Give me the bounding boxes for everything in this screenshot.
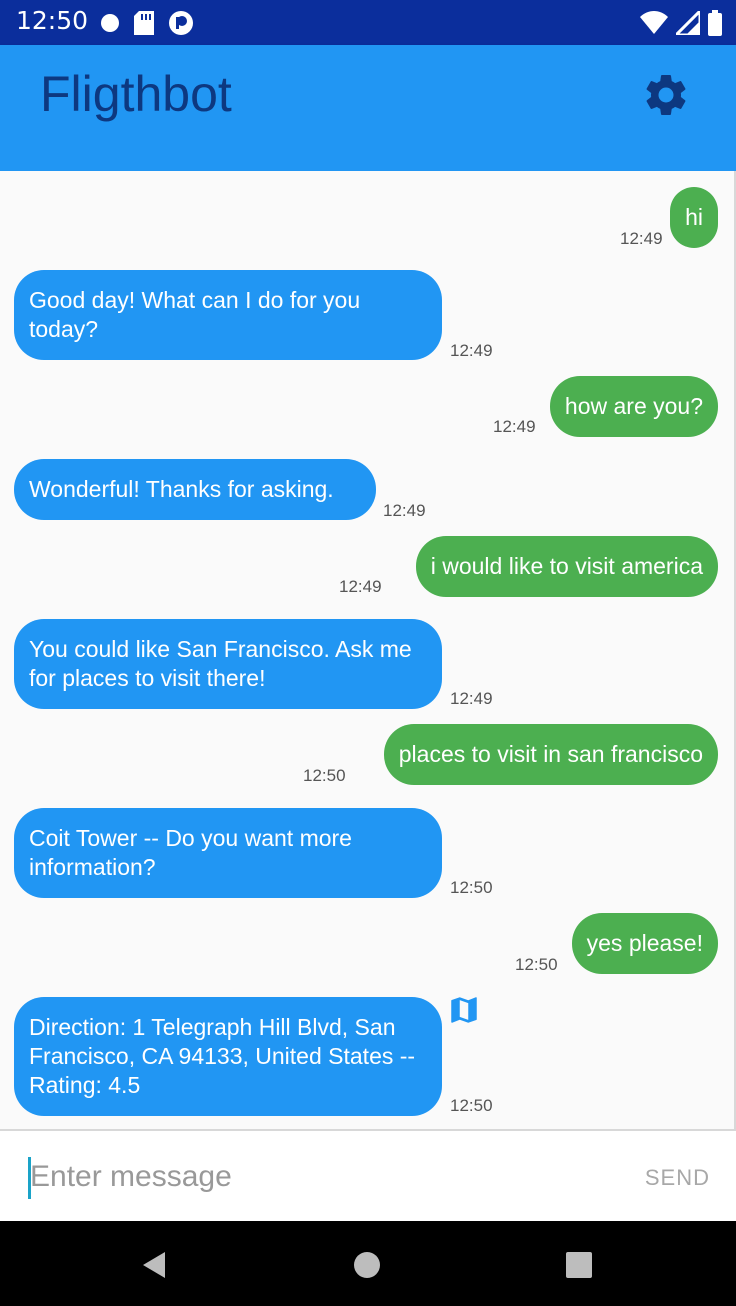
message-timestamp: 12:50 [450, 1096, 493, 1115]
message-bubble-bot: You could like San Francisco. Ask me for… [14, 619, 442, 709]
recents-icon [565, 1251, 593, 1283]
message-text: Wonderful! Thanks for asking. [29, 476, 334, 502]
message-text: Coit Tower -- Do you want more informati… [29, 825, 352, 880]
message-timestamp: 12:49 [493, 417, 536, 436]
message-bubble-user: yes please! [571, 913, 718, 974]
status-bar: 12:50 [0, 0, 736, 45]
message-input[interactable] [30, 1151, 590, 1203]
message-text: how are you? [564, 393, 703, 419]
app-bar: Fligthbot [0, 45, 736, 171]
message-timestamp: 12:50 [303, 766, 346, 785]
message-text: yes please! [586, 930, 703, 956]
message-text: i would like to visit america [430, 553, 703, 579]
chat-area[interactable]: hi 12:49 Good day! What can I do for you… [0, 171, 736, 1129]
map-icon[interactable] [447, 993, 481, 1031]
message-bubble-user: hi [670, 187, 718, 248]
message-bubble-user: i would like to visit america [415, 536, 718, 597]
message-bubble-bot: Wonderful! Thanks for asking. [14, 459, 376, 520]
settings-button[interactable] [638, 69, 694, 125]
message-timestamp: 12:49 [620, 229, 663, 248]
notification-dot-icon [100, 13, 120, 37]
message-bubble-bot: Coit Tower -- Do you want more informati… [14, 808, 442, 898]
battery-icon [708, 10, 722, 40]
message-timestamp: 12:49 [450, 689, 493, 708]
status-time: 12:50 [16, 6, 89, 35]
message-bubble-user: how are you? [549, 376, 718, 437]
message-timestamp: 12:49 [383, 501, 426, 520]
message-bubble-user: places to visit in san francisco [383, 724, 718, 785]
message-input-bar: SEND [0, 1129, 736, 1221]
message-timestamp: 12:50 [450, 878, 493, 897]
message-text: Good day! What can I do for you today? [29, 287, 361, 342]
wifi-icon [640, 11, 668, 39]
signal-icon [672, 7, 702, 39]
back-icon [139, 1250, 169, 1284]
message-text: hi [685, 204, 703, 230]
system-nav-bar [0, 1221, 736, 1306]
message-timestamp: 12:49 [450, 341, 493, 360]
status-left-icons [100, 10, 194, 40]
send-button[interactable]: SEND [645, 1165, 710, 1191]
back-button[interactable] [134, 1247, 174, 1287]
message-text: Direction: 1 Telegraph Hill Blvd, San Fr… [29, 1014, 416, 1098]
recents-button[interactable] [559, 1247, 599, 1287]
sd-card-icon [134, 11, 154, 39]
message-bubble-bot: Good day! What can I do for you today? [14, 270, 442, 360]
status-right-icons [640, 7, 722, 40]
app-title: Fligthbot [40, 66, 232, 122]
message-text: places to visit in san francisco [398, 741, 703, 767]
message-text: You could like San Francisco. Ask me for… [29, 636, 412, 691]
message-bubble-bot: Direction: 1 Telegraph Hill Blvd, San Fr… [14, 997, 442, 1116]
home-icon [353, 1251, 381, 1283]
app-badge-icon [168, 10, 194, 40]
home-button[interactable] [347, 1247, 387, 1287]
message-timestamp: 12:49 [339, 577, 382, 596]
gear-icon [641, 70, 691, 124]
message-timestamp: 12:50 [515, 955, 558, 974]
